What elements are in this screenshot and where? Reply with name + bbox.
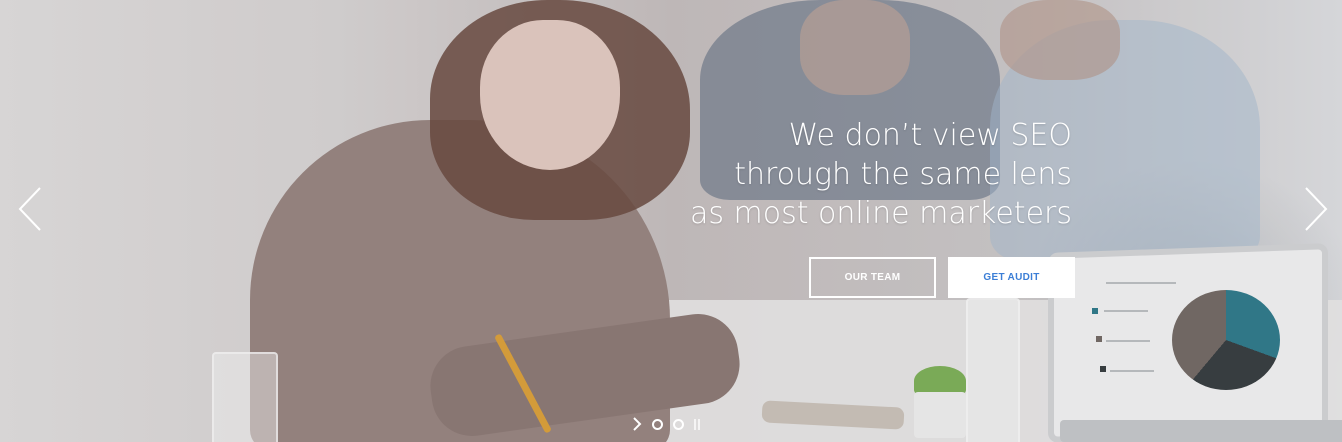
chevron-left-icon [18, 187, 41, 231]
play-next-icon[interactable] [632, 417, 642, 431]
pagination-dot-2[interactable] [673, 418, 684, 430]
headline-line: through the same lens [734, 157, 1072, 192]
headline-line: We don’t view SEO [788, 118, 1072, 153]
headline-line: as most online marketers [690, 196, 1072, 231]
previous-slide-button[interactable] [16, 186, 46, 232]
slide-headline: We don’t view SEO through the same lens … [552, 116, 1072, 233]
slider-pagination [632, 416, 702, 432]
pause-icon[interactable] [694, 418, 702, 430]
our-team-button[interactable]: OUR TEAM [809, 257, 936, 298]
next-slide-button[interactable] [1300, 186, 1330, 232]
pagination-dot-1[interactable] [652, 418, 663, 430]
chevron-right-icon [1305, 187, 1328, 231]
get-audit-button[interactable]: GET AUDIT [948, 257, 1075, 298]
